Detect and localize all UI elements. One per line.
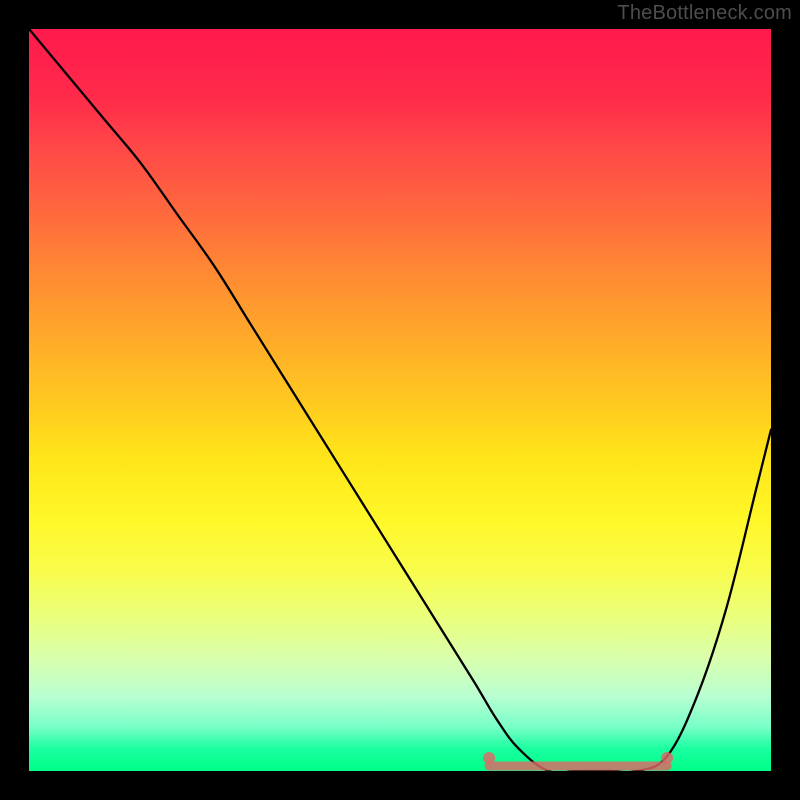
optimal-range-start-dot [483, 752, 495, 764]
curve-layer [29, 29, 771, 771]
chart-frame: TheBottleneck.com [0, 0, 800, 800]
plot-area [29, 29, 771, 771]
watermark-text: TheBottleneck.com [617, 2, 792, 25]
optimal-range-end-dot [661, 752, 673, 764]
bottleneck-curve [29, 29, 771, 771]
